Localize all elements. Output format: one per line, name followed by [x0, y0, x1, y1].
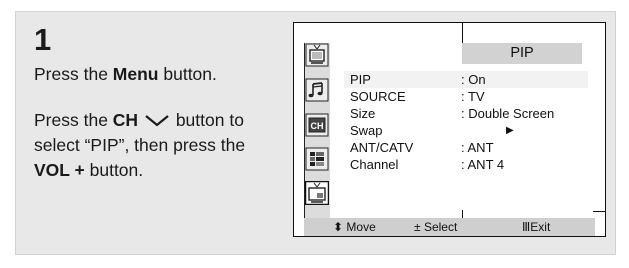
- channel-icon[interactable]: CH: [305, 113, 329, 137]
- line2-pre: Press the: [34, 110, 113, 130]
- instruction-line-1: Press the Menu button.: [34, 62, 217, 87]
- osd-footer: ⬍ Move ± Select ⅢExit: [304, 218, 595, 236]
- select-label: Select: [423, 220, 458, 234]
- row-source-label[interactable]: SOURCE: [350, 89, 406, 105]
- line4-post: button.: [84, 160, 144, 180]
- tv-osd-menu: CH PIP PIP : On SOURCE : TV Size : Doubl…: [293, 22, 606, 237]
- svg-text:CH: CH: [311, 121, 324, 131]
- line2-post: button to: [170, 110, 244, 130]
- row-source-value: : TV: [461, 89, 485, 104]
- updown-arrow-icon: ⬍: [333, 220, 344, 234]
- line1-post: button.: [158, 64, 217, 84]
- setup-icon[interactable]: [305, 147, 329, 171]
- instruction-line-3: select “PIP”, then press the: [34, 135, 246, 155]
- osd-rule-right: [593, 211, 605, 212]
- move-hint: ⬍ Move: [333, 218, 376, 236]
- pip-icon[interactable]: [305, 181, 329, 205]
- menu-keyword: Menu: [112, 64, 159, 84]
- row-size-value: : Double Screen: [461, 106, 555, 121]
- osd-divider-top: [462, 23, 463, 43]
- exit-hint: ⅢExit: [522, 218, 550, 236]
- chevron-down-icon: [145, 115, 169, 127]
- instruction-line-2: Press the CH button to: [34, 108, 244, 133]
- select-hint: ± Select: [414, 218, 457, 236]
- row-antcatv-label[interactable]: ANT/CATV: [350, 140, 413, 156]
- plus-minus-icon: ±: [414, 220, 421, 234]
- vol-keyword: VOL +: [34, 160, 85, 180]
- row-channel-value: : ANT 4: [461, 157, 505, 172]
- row-antcatv-value: : ANT: [461, 140, 494, 155]
- instruction-panel: 1 Press the Menu button. Press the CH bu…: [15, 11, 616, 255]
- sound-icon[interactable]: [305, 78, 329, 102]
- row-swap-arrow-icon: ▶: [506, 125, 514, 136]
- line1-pre: Press the: [34, 64, 113, 84]
- step-number: 1: [34, 22, 52, 57]
- menu-icon-column: CH: [304, 43, 330, 218]
- osd-divider-bottom: [462, 210, 463, 218]
- picture-icon[interactable]: [305, 43, 329, 67]
- ch-keyword: CH: [112, 110, 139, 130]
- osd-title: PIP: [462, 43, 582, 64]
- row-size-label[interactable]: Size: [350, 106, 375, 122]
- row-swap-label[interactable]: Swap: [350, 123, 383, 139]
- row-channel-label[interactable]: Channel: [350, 157, 398, 173]
- move-label: Move: [346, 220, 376, 234]
- row-pip-label[interactable]: PIP: [350, 72, 371, 88]
- instruction-line-4: VOL + button.: [34, 158, 143, 183]
- exit-label: Exit: [530, 220, 551, 234]
- row-pip-value: : On: [461, 72, 486, 87]
